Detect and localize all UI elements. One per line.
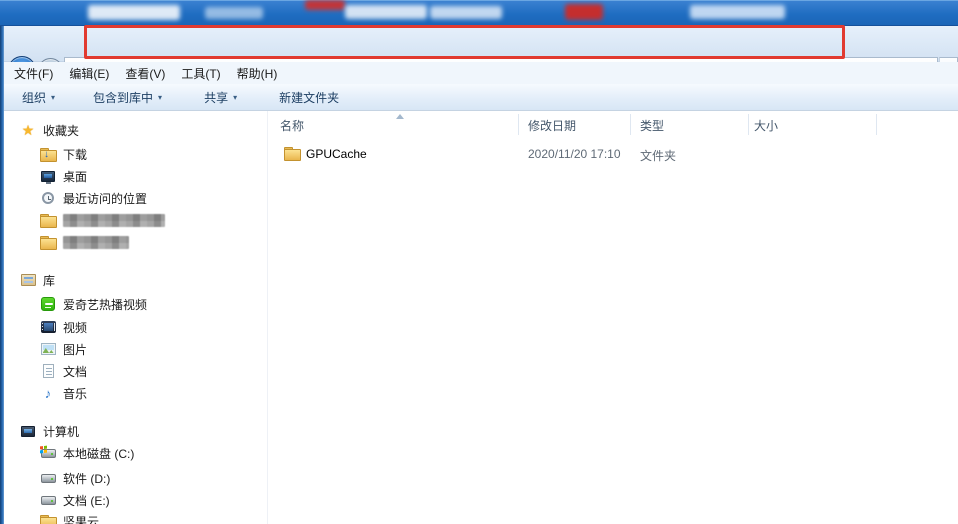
- sidebar-item-drive-e[interactable]: 文档 (E:): [40, 490, 110, 510]
- column-headers: 名称 修改日期 类型 大小: [268, 114, 958, 135]
- music-icon: ♪: [44, 385, 52, 401]
- menu-help[interactable]: 帮助(H): [229, 63, 286, 84]
- include-in-library-button[interactable]: 包含到库中 ▾: [85, 85, 170, 110]
- favorites-star-icon: ★: [21, 122, 35, 138]
- file-name: GPUCache: [306, 147, 367, 161]
- sidebar-item-label: 软件 (D:): [63, 471, 111, 486]
- folder-icon: [40, 514, 57, 524]
- column-header-name[interactable]: 名称: [280, 117, 304, 134]
- videos-icon: [40, 320, 56, 334]
- menu-view[interactable]: 查看(V): [117, 63, 173, 84]
- sidebar-item-label: 下载: [63, 147, 88, 162]
- sidebar-item-label: 文档: [63, 364, 88, 379]
- chevron-down-icon: ▾: [51, 92, 56, 102]
- documents-icon: [40, 364, 56, 378]
- censored-title-text: [88, 5, 180, 20]
- library-icon: [20, 273, 36, 287]
- sidebar-item-label: 最近访问的位置: [63, 191, 148, 206]
- column-divider[interactable]: [876, 114, 877, 135]
- sidebar-section-label: 库: [43, 273, 56, 288]
- command-toolbar: 组织 ▾ 包含到库中 ▾ 共享 ▾ 新建文件夹: [0, 84, 958, 111]
- sidebar-item-documents[interactable]: 文档: [40, 361, 87, 381]
- censored-title-text: [690, 5, 785, 19]
- sidebar-item-label: 本地磁盘 (C:): [63, 446, 135, 461]
- sidebar-item-drive-d[interactable]: 软件 (D:): [40, 468, 110, 488]
- censored-label: [63, 213, 165, 227]
- navigation-band: ← → ▾ « 本地磁盘 (C:) ▸ Users ▸ Administrato…: [0, 26, 958, 84]
- chevron-down-icon: ▾: [233, 92, 238, 102]
- sidebar-item-iqiyi-videos[interactable]: 爱奇艺热播视频: [40, 294, 147, 314]
- sidebar-section-favorites[interactable]: ★ 收藏夹: [20, 120, 79, 140]
- sidebar-item-pictures[interactable]: 图片: [40, 339, 87, 359]
- sidebar-item-label: 图片: [63, 342, 88, 357]
- organize-button[interactable]: 组织 ▾: [14, 85, 63, 110]
- drive-icon: [40, 493, 56, 507]
- file-type: 文件夹: [640, 149, 677, 163]
- include-in-library-label: 包含到库中: [93, 90, 154, 105]
- menu-bar: 文件(F) 编辑(E) 查看(V) 工具(T) 帮助(H): [0, 62, 958, 84]
- computer-icon: [20, 424, 36, 438]
- sidebar-item-desktop[interactable]: 桌面: [40, 166, 87, 186]
- column-divider[interactable]: [518, 114, 519, 135]
- explorer-window: ← → ▾ « 本地磁盘 (C:) ▸ Users ▸ Administrato…: [0, 0, 958, 524]
- downloads-folder-icon: ↓: [40, 147, 57, 162]
- column-divider[interactable]: [748, 114, 749, 135]
- file-list-pane: 名称 修改日期 类型 大小 GPUCache 2020/11/20 17:10 …: [268, 111, 958, 524]
- menu-edit[interactable]: 编辑(E): [61, 63, 117, 84]
- sidebar-item-downloads[interactable]: ↓ 下载: [40, 144, 87, 164]
- drive-c-icon: [39, 445, 56, 460]
- folder-icon: [40, 213, 57, 228]
- column-header-size[interactable]: 大小: [754, 117, 778, 134]
- sort-ascending-icon: [396, 114, 404, 119]
- sidebar-item-local-disk-c[interactable]: 本地磁盘 (C:): [39, 443, 135, 463]
- new-folder-button[interactable]: 新建文件夹: [271, 85, 347, 110]
- folder-icon: [40, 235, 57, 250]
- sidebar-section-label: 计算机: [43, 424, 80, 439]
- censored-red-badge: [565, 4, 603, 20]
- file-date-modified: 2020/11/20 17:10: [528, 147, 621, 161]
- censored-title-text: [345, 5, 427, 19]
- sidebar-item-videos[interactable]: 视频: [40, 317, 87, 337]
- menu-tools[interactable]: 工具(T): [173, 63, 228, 84]
- navigation-pane: ★ 收藏夹 ↓ 下载 桌面 最近访问的位置 库 爱奇艺热播视频 视频 图片 文档…: [4, 111, 268, 524]
- sidebar-item-label: 文档 (E:): [63, 493, 110, 508]
- sidebar-item-label: 音乐: [63, 386, 88, 401]
- desktop-icon: [40, 169, 56, 184]
- censored-title-text: [205, 7, 263, 19]
- sidebar-item-label: 桌面: [63, 169, 88, 184]
- sidebar-section-libraries[interactable]: 库: [20, 270, 55, 290]
- sidebar-item-recent-places[interactable]: 最近访问的位置: [40, 188, 147, 208]
- file-row-gpucache[interactable]: GPUCache 2020/11/20 17:10 文件夹: [268, 143, 958, 165]
- sidebar-item-censored[interactable]: [40, 210, 165, 230]
- sidebar-item-label: 爱奇艺热播视频: [63, 297, 148, 312]
- organize-label: 组织: [22, 90, 47, 105]
- iqiyi-icon: [40, 297, 56, 311]
- sidebar-item-label: 视频: [63, 320, 88, 335]
- sidebar-item-nutstore[interactable]: 坚果云: [40, 511, 99, 524]
- chevron-down-icon: ▾: [158, 92, 163, 102]
- recent-places-icon: [40, 191, 56, 205]
- sidebar-item-censored[interactable]: [40, 232, 129, 252]
- pictures-icon: [40, 342, 56, 356]
- title-bar[interactable]: [0, 0, 958, 26]
- sidebar-item-label: 坚果云: [63, 514, 100, 524]
- folder-icon: [284, 147, 301, 161]
- share-label: 共享: [204, 90, 229, 105]
- sidebar-item-music[interactable]: ♪ 音乐: [40, 383, 87, 403]
- column-header-date-modified[interactable]: 修改日期: [528, 117, 576, 134]
- new-folder-label: 新建文件夹: [279, 90, 340, 105]
- share-button[interactable]: 共享 ▾: [196, 85, 245, 110]
- censored-red-badge: [305, 0, 345, 10]
- column-header-type[interactable]: 类型: [640, 117, 664, 134]
- drive-icon: [40, 471, 56, 485]
- censored-label: [63, 235, 129, 249]
- censored-title-text: [430, 6, 502, 19]
- sidebar-section-label: 收藏夹: [43, 123, 80, 138]
- sidebar-section-computer[interactable]: 计算机: [20, 421, 79, 441]
- menu-file[interactable]: 文件(F): [6, 63, 61, 84]
- column-divider[interactable]: [630, 114, 631, 135]
